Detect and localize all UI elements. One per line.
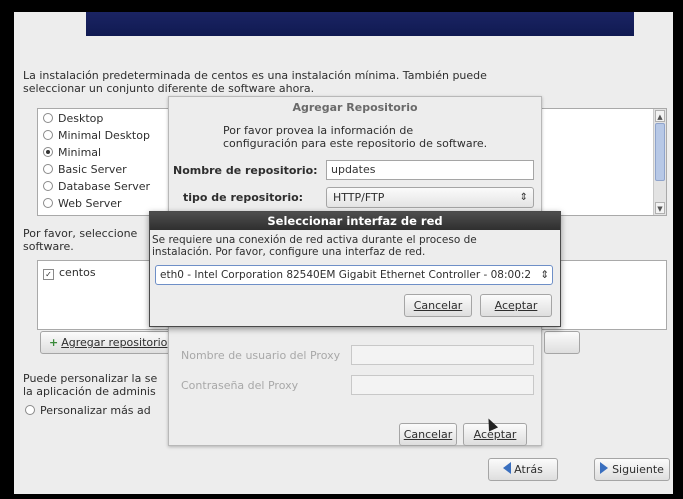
env-option-minimal[interactable]: Minimal xyxy=(43,145,101,161)
network-interface-select[interactable]: eth0 - Intel Corporation 82540EM Gigabit… xyxy=(155,265,553,285)
scroll-down-icon[interactable]: ▼ xyxy=(655,202,665,214)
radio-icon[interactable] xyxy=(43,164,53,174)
net-accept-button[interactable]: Aceptar xyxy=(480,294,552,317)
radio-icon[interactable] xyxy=(43,130,53,140)
proxy-user-input[interactable] xyxy=(351,345,534,365)
plus-icon: + xyxy=(49,336,59,349)
modify-repository-button[interactable] xyxy=(544,331,580,354)
repo-type-label: tipo de repositorio: xyxy=(183,191,304,204)
env-option-desktop[interactable]: Desktop xyxy=(43,111,103,127)
env-option-basic-server[interactable]: Basic Server xyxy=(43,162,127,178)
scroll-up-icon[interactable]: ▲ xyxy=(655,110,665,122)
proxy-password-label: Contraseña del Proxy xyxy=(181,379,299,392)
customize-text: Puede personalizar la se la aplicación d… xyxy=(23,372,158,398)
back-button[interactable]: Atrás xyxy=(488,458,558,481)
combo-arrows-icon: ⇕ xyxy=(538,266,549,284)
network-interface-dialog: Seleccionar interfaz de red Se requiere … xyxy=(149,211,561,327)
checkbox-checked-icon[interactable]: ✓ xyxy=(43,269,54,280)
intro-line-1: La instalación predeterminada de centos … xyxy=(23,69,487,82)
repo-item-centos[interactable]: ✓ centos xyxy=(43,266,96,280)
env-option-database-server[interactable]: Database Server xyxy=(43,179,150,195)
env-option-web-server[interactable]: Web Server xyxy=(43,196,122,212)
repos-label: Por favor, seleccione software. xyxy=(23,227,138,253)
radio-icon[interactable] xyxy=(43,181,53,191)
combo-arrows-icon: ⇕ xyxy=(519,192,528,203)
radio-icon[interactable] xyxy=(43,198,53,208)
env-list-scrollbar[interactable]: ▲ ▼ xyxy=(653,109,666,215)
intro-line-2: seleccionar un conjunto diferente de sof… xyxy=(23,82,315,95)
dialog-title: Seleccionar interfaz de red xyxy=(150,212,560,230)
customize-option[interactable]: Personalizar más ad xyxy=(25,404,151,417)
header-banner xyxy=(86,12,634,36)
scroll-thumb[interactable] xyxy=(655,123,665,181)
radio-icon[interactable] xyxy=(43,113,53,123)
next-button[interactable]: Siguiente xyxy=(594,458,670,481)
add-repository-button[interactable]: + Agregar repositorio xyxy=(40,331,180,354)
repo-type-select[interactable]: HTTP/FTP ⇕ xyxy=(326,187,534,208)
intro-text: La instalación predeterminada de centos … xyxy=(23,69,487,95)
radio-selected-icon[interactable] xyxy=(43,147,53,157)
dialog-title: Agregar Repositorio xyxy=(292,101,418,114)
proxy-user-label: Nombre de usuario del Proxy xyxy=(181,349,341,362)
radio-icon[interactable] xyxy=(25,405,35,415)
repo-name-input[interactable]: updates xyxy=(326,160,534,180)
installer-window: La instalación predeterminada de centos … xyxy=(14,12,673,494)
net-cancel-button[interactable]: Cancelar xyxy=(404,294,472,317)
network-message: Se requiere una conexión de red activa d… xyxy=(152,234,477,258)
arrow-right-icon xyxy=(600,462,609,474)
repo-cancel-button[interactable]: Cancelar xyxy=(399,423,457,446)
dialog-description: Por favor provea la información de confi… xyxy=(223,124,488,150)
env-option-minimal-desktop[interactable]: Minimal Desktop xyxy=(43,128,150,144)
repo-name-label: Nombre de repositorio: xyxy=(173,164,318,177)
arrow-left-icon xyxy=(503,462,512,474)
proxy-password-input[interactable] xyxy=(351,375,534,395)
